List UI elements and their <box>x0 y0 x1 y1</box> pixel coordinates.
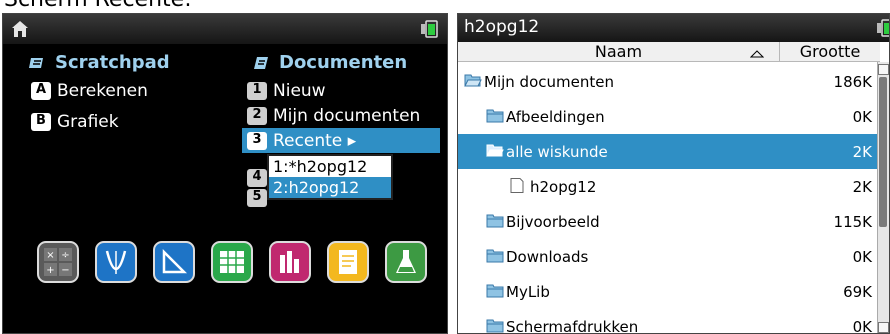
sort-ascending-icon[interactable] <box>750 50 764 58</box>
document-icon <box>510 178 524 193</box>
file-name: alle wiskunde <box>506 143 608 161</box>
document-title: h2opg12 <box>464 17 540 37</box>
file-name: Afbeeldingen <box>506 108 605 126</box>
file-name: Mijn documenten <box>484 73 614 91</box>
file-row[interactable]: MyLib 69K <box>458 274 878 309</box>
key-badge: 3 <box>247 132 267 150</box>
menu-item-label: Nieuw <box>273 81 326 101</box>
menu-item-label: Mijn documenten <box>273 106 421 126</box>
app-icon-row: × ÷ + − <box>37 241 427 283</box>
title-bar: h2opg12 <box>458 14 889 42</box>
file-name: MyLib <box>506 283 550 301</box>
top-bar <box>3 14 447 44</box>
documents-header: Documenten <box>253 52 407 73</box>
file-name: h2opg12 <box>530 178 597 196</box>
home-icon[interactable] <box>11 20 29 38</box>
menu-item-berekenen[interactable]: A Berekenen <box>31 80 148 102</box>
file-size: 186K <box>833 73 872 91</box>
key-badge: 1 <box>247 82 267 100</box>
key-badge-hidden: 4 <box>247 169 267 187</box>
recent-item-1[interactable]: 1:*h2opg12 <box>269 156 391 177</box>
menu-item-label: Grafiek <box>57 112 119 132</box>
caption: Scherm Recente: <box>4 0 192 12</box>
svg-text:×: × <box>46 250 54 261</box>
file-row[interactable]: h2opg12 2K <box>458 169 878 204</box>
file-size: 115K <box>833 213 872 231</box>
geometry-app-icon[interactable] <box>153 241 195 283</box>
file-row[interactable]: Mijn documenten 186K <box>458 64 878 99</box>
menu-item-mijn-documenten[interactable]: 2 Mijn documenten <box>247 105 420 127</box>
scratchpad-header: Scratchpad <box>29 52 170 73</box>
file-row[interactable]: Schermafdrukken 0K <box>458 309 878 334</box>
file-row[interactable]: Bijvoorbeeld 115K <box>458 204 878 239</box>
menu-item-grafiek[interactable]: B Grafiek <box>31 111 119 133</box>
notes-app-icon[interactable] <box>327 241 369 283</box>
lists-app-icon[interactable] <box>211 241 253 283</box>
folder-open-icon <box>464 74 482 87</box>
menu-item-nieuw[interactable]: 1 Nieuw <box>247 80 326 102</box>
calculator-app-icon[interactable]: × ÷ + − <box>37 241 79 283</box>
key-badge: A <box>31 82 51 100</box>
file-size: 0K <box>852 248 872 266</box>
vernier-app-icon[interactable] <box>385 241 427 283</box>
key-badge-hidden: 5 <box>247 189 267 207</box>
folder-icon <box>486 214 504 228</box>
svg-text:÷: ÷ <box>61 250 69 261</box>
graphs-app-icon[interactable] <box>95 241 137 283</box>
vertical-scrollbar[interactable] <box>877 62 889 333</box>
column-header-name[interactable]: Naam <box>458 42 780 62</box>
key-badge: B <box>31 113 51 131</box>
file-size: 2K <box>852 178 872 196</box>
folder-icon <box>486 249 504 263</box>
recent-submenu: 1:*h2opg12 2:h2opg12 <box>267 154 393 200</box>
folder-open-icon <box>486 144 504 157</box>
svg-text:+: + <box>46 265 54 276</box>
file-row[interactable]: Afbeeldingen 0K <box>458 99 878 134</box>
scroll-up-arrow-icon[interactable] <box>878 64 889 75</box>
folder-icon <box>486 284 504 298</box>
recent-item-2[interactable]: 2:h2opg12 <box>269 177 391 198</box>
data-app-icon[interactable] <box>269 241 311 283</box>
menu-item-recente[interactable]: 3 Recente ▸ <box>247 130 356 152</box>
folder-icon <box>486 319 504 333</box>
menu-item-label: Berekenen <box>57 81 148 101</box>
folder-icon <box>486 109 504 123</box>
scroll-down-arrow-icon[interactable] <box>878 322 889 333</box>
scratchpad-icon <box>29 58 43 68</box>
file-name: Downloads <box>506 248 589 266</box>
file-size: 0K <box>852 318 872 334</box>
column-header-size[interactable]: Grootte <box>780 42 880 62</box>
scroll-thumb[interactable] <box>879 77 887 227</box>
menu-item-label: Recente ▸ <box>273 131 357 151</box>
file-row[interactable]: Downloads 0K <box>458 239 878 274</box>
file-size: 69K <box>843 283 872 301</box>
file-name: Bijvoorbeeld <box>506 213 600 231</box>
file-size: 0K <box>852 108 872 126</box>
documents-icon <box>254 57 268 69</box>
file-size: 2K <box>852 143 872 161</box>
key-badge: 2 <box>247 107 267 125</box>
scratchpad-title: Scratchpad <box>55 52 170 73</box>
home-screen: Scratchpad A Berekenen B Grafiek Documen… <box>2 13 448 334</box>
file-row-selected[interactable]: alle wiskunde 2K <box>458 134 878 169</box>
battery-icon <box>421 20 438 38</box>
file-browser-screen: h2opg12 Naam Grootte Mijn documenten 186… <box>457 13 890 334</box>
file-name: Schermafdrukken <box>506 318 639 334</box>
battery-icon <box>877 19 889 37</box>
svg-text:−: − <box>61 265 69 276</box>
documents-title: Documenten <box>279 52 408 73</box>
